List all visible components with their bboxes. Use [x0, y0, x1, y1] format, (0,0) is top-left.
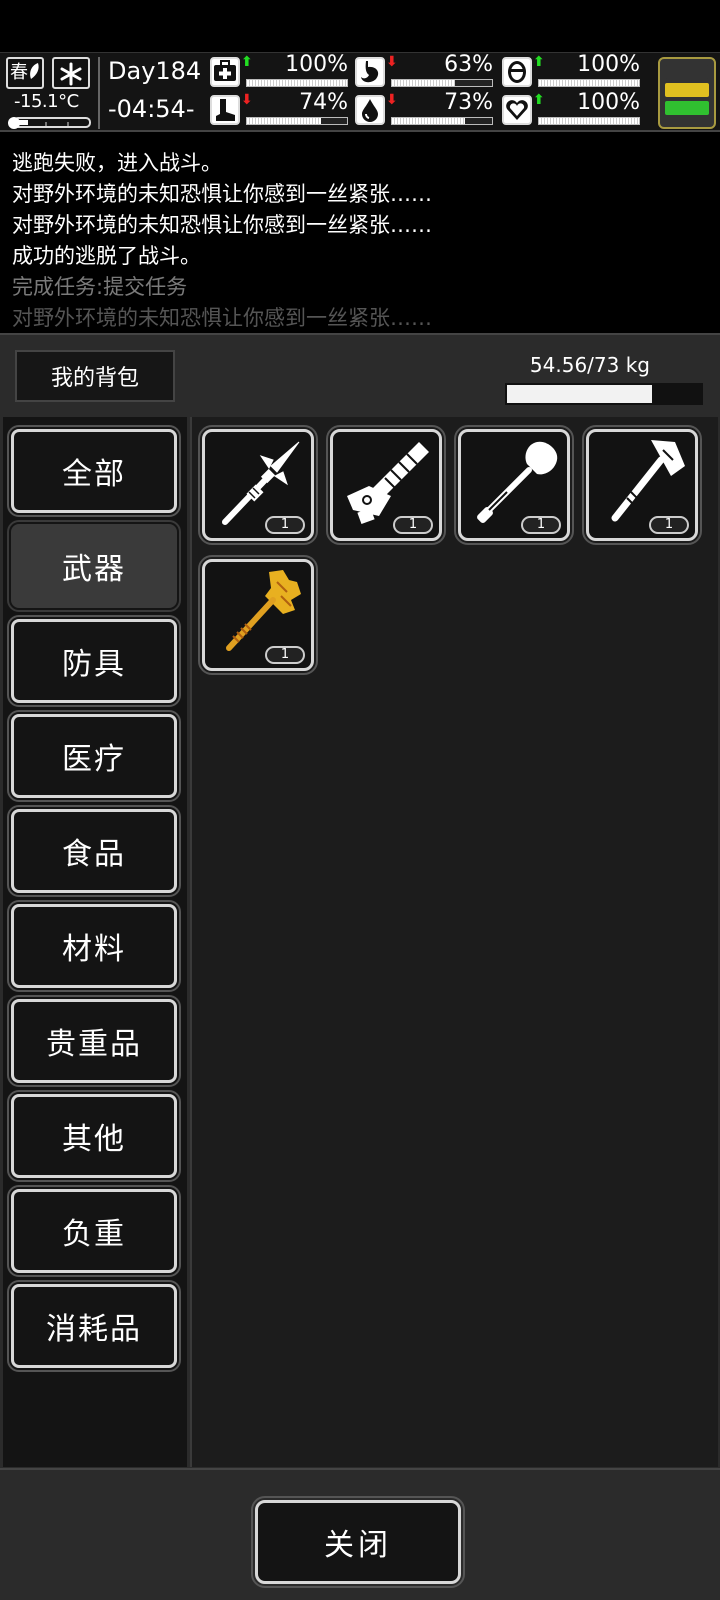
battery-indicator — [658, 57, 716, 129]
stat-bar — [391, 117, 493, 125]
item-slot-minigun[interactable]: 1 — [326, 425, 446, 545]
stat-bar — [538, 117, 640, 125]
item-quantity: 1 — [265, 516, 305, 534]
weight-text: 54.56/73 kg — [529, 353, 650, 377]
item-slot-spear[interactable]: 1 — [198, 425, 318, 545]
medkit-icon — [210, 57, 240, 87]
item-slot-golden-hammer[interactable]: 1 — [198, 555, 318, 675]
boot-icon — [210, 95, 240, 125]
stat-value: 74% — [299, 90, 348, 115]
category-tab-3[interactable]: 医疗 — [7, 710, 181, 802]
category-tab-7[interactable]: 其他 — [7, 1090, 181, 1182]
trend-arrow: ⬆ — [241, 54, 253, 70]
stat-bar — [246, 79, 348, 87]
log-line: 对野外环境的未知恐惧让你感到一丝紧张…… — [12, 182, 432, 206]
stomach-icon — [355, 57, 385, 87]
status-bar: 春 -15.1°C Day184 -04:54- ⬆ 100% ⬇ 63% ⬆ … — [0, 52, 720, 132]
category-tab-1[interactable]: 武器 — [7, 520, 181, 612]
bottom-bar: 关闭 — [0, 1468, 720, 1600]
weight-bar — [505, 383, 703, 405]
category-tab-8[interactable]: 负重 — [7, 1185, 181, 1277]
category-tab-2[interactable]: 防具 — [7, 615, 181, 707]
heart-icon — [502, 95, 532, 125]
weather-indicator — [52, 57, 90, 89]
stat-value: 100% — [577, 90, 640, 115]
stat-mood: ⬆ 100% — [502, 53, 642, 89]
category-tab-9[interactable]: 消耗品 — [7, 1280, 181, 1372]
stat-value: 73% — [444, 90, 493, 115]
item-quantity: 1 — [393, 516, 433, 534]
season-label: 春 — [10, 62, 28, 83]
category-tab-6[interactable]: 贵重品 — [7, 995, 181, 1087]
log-line: 成功的逃脱了战斗。 — [12, 244, 201, 268]
thermometer-icon — [8, 117, 91, 129]
stat-value: 63% — [444, 52, 493, 77]
status-divider — [98, 57, 100, 129]
temperature-text: -15.1°C — [14, 91, 79, 112]
stat-hunger: ⬇ 63% — [355, 53, 495, 89]
log-line: 对野外环境的未知恐惧让你感到一丝紧张…… — [12, 306, 432, 328]
category-tab-0[interactable]: 全部 — [7, 425, 181, 517]
inventory-panel: 我的背包 54.56/73 kg 全部 武器 防具 医疗 食品 材料 贵重品 其他 负重 消耗品 … — [0, 333, 720, 1600]
stat-heart: ⬆ 100% — [502, 91, 642, 127]
category-list: 全部 武器 防具 医疗 食品 材料 贵重品 其他 负重 消耗品 — [3, 417, 187, 1467]
stat-stamina: ⬇ 74% — [210, 91, 350, 127]
water-drop-icon — [355, 95, 385, 125]
trend-arrow: ⬆ — [533, 92, 545, 108]
bag-title: 我的背包 — [15, 350, 175, 402]
trend-arrow: ⬇ — [386, 54, 398, 70]
message-log[interactable]: 逃跑失败，进入战斗。对野外环境的未知恐惧让你感到一丝紧张…… 对野外环境的未知恐惧… — [0, 140, 720, 328]
item-quantity: 1 — [265, 646, 305, 664]
clock-text: -04:54- — [108, 95, 195, 123]
stat-value: 100% — [285, 52, 348, 77]
item-quantity: 1 — [649, 516, 689, 534]
snowflake-icon — [60, 62, 82, 86]
stat-value: 100% — [577, 52, 640, 77]
category-tab-5[interactable]: 材料 — [7, 900, 181, 992]
day-counter: Day184 — [108, 57, 202, 85]
leaf-icon — [30, 63, 39, 79]
log-line: 完成任务:提交任务 — [12, 275, 188, 299]
item-slot-axe[interactable]: 1 — [582, 425, 702, 545]
stat-bar — [246, 117, 348, 125]
stat-bar — [391, 79, 493, 87]
close-button[interactable]: 关闭 — [251, 1496, 465, 1588]
category-tab-4[interactable]: 食品 — [7, 805, 181, 897]
face-icon — [502, 57, 532, 87]
trend-arrow: ⬇ — [241, 92, 253, 108]
trend-arrow: ⬆ — [533, 54, 545, 70]
stat-thirst: ⬇ 73% — [355, 91, 495, 127]
item-grid: 1 1 1 1 1 — [190, 417, 718, 1467]
item-quantity: 1 — [521, 516, 561, 534]
item-slot-shovel[interactable]: 1 — [454, 425, 574, 545]
log-line: 对野外环境的未知恐惧让你感到一丝紧张…… — [12, 213, 432, 237]
trend-arrow: ⬇ — [386, 92, 398, 108]
log-line: 逃跑失败，进入战斗。 — [12, 151, 222, 175]
season-indicator: 春 — [6, 57, 44, 89]
stat-health: ⬆ 100% — [210, 53, 350, 89]
stat-bar — [538, 79, 640, 87]
